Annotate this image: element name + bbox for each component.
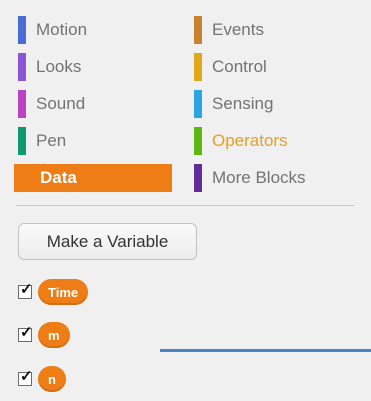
- category-label: Motion: [36, 20, 88, 39]
- variable-reporter-block[interactable]: Time: [38, 279, 89, 305]
- show-variable-checkbox[interactable]: ✓: [18, 368, 33, 386]
- category-label: Events: [212, 20, 264, 39]
- category-more-blocks[interactable]: More Blocks: [190, 164, 359, 192]
- data-color-swatch: [18, 164, 26, 192]
- show-variable-checkbox[interactable]: ✓: [18, 281, 33, 299]
- drop-indicator-line: [160, 349, 371, 352]
- category-selector: Motion Events Looks Control Sound Sensin…: [14, 12, 359, 197]
- category-label: More Blocks: [212, 168, 306, 187]
- category-pen[interactable]: Pen: [14, 127, 190, 155]
- category-label: Looks: [36, 57, 82, 76]
- palette-divider: [16, 205, 354, 206]
- category-data[interactable]: Data: [14, 164, 172, 192]
- operators-color-swatch: [194, 127, 202, 155]
- block-palette: Motion Events Looks Control Sound Sensin…: [0, 0, 371, 401]
- make-variable-button[interactable]: Make a Variable: [18, 223, 197, 260]
- control-color-swatch: [194, 53, 202, 81]
- variable-reporter-block[interactable]: m: [38, 322, 70, 348]
- checkmark-icon: ✓: [20, 324, 33, 341]
- category-label: Sound: [36, 94, 86, 113]
- pen-color-swatch: [18, 127, 26, 155]
- category-label: Data: [40, 168, 77, 187]
- category-label: Operators: [212, 131, 288, 150]
- category-events[interactable]: Events: [190, 16, 359, 44]
- looks-color-swatch: [18, 53, 26, 81]
- category-control[interactable]: Control: [190, 53, 359, 81]
- category-label: Pen: [36, 131, 67, 150]
- show-variable-checkbox[interactable]: ✓: [18, 324, 33, 342]
- variable-row-m: ✓ m: [18, 322, 70, 348]
- variable-row-n: ✓ n: [18, 366, 66, 392]
- category-sound[interactable]: Sound: [14, 90, 190, 118]
- category-label: Sensing: [212, 94, 274, 113]
- variable-reporter-block[interactable]: n: [38, 366, 66, 392]
- checkmark-icon: ✓: [20, 368, 33, 385]
- sensing-color-swatch: [194, 90, 202, 118]
- category-sensing[interactable]: Sensing: [190, 90, 359, 118]
- more-blocks-color-swatch: [194, 164, 202, 192]
- checkmark-icon: ✓: [20, 281, 33, 298]
- category-looks[interactable]: Looks: [14, 53, 190, 81]
- variable-row-time: ✓ Time: [18, 279, 89, 305]
- sound-color-swatch: [18, 90, 26, 118]
- category-label: Control: [212, 57, 267, 76]
- category-operators[interactable]: Operators: [190, 127, 359, 155]
- category-motion[interactable]: Motion: [14, 16, 190, 44]
- motion-color-swatch: [18, 16, 26, 44]
- events-color-swatch: [194, 16, 202, 44]
